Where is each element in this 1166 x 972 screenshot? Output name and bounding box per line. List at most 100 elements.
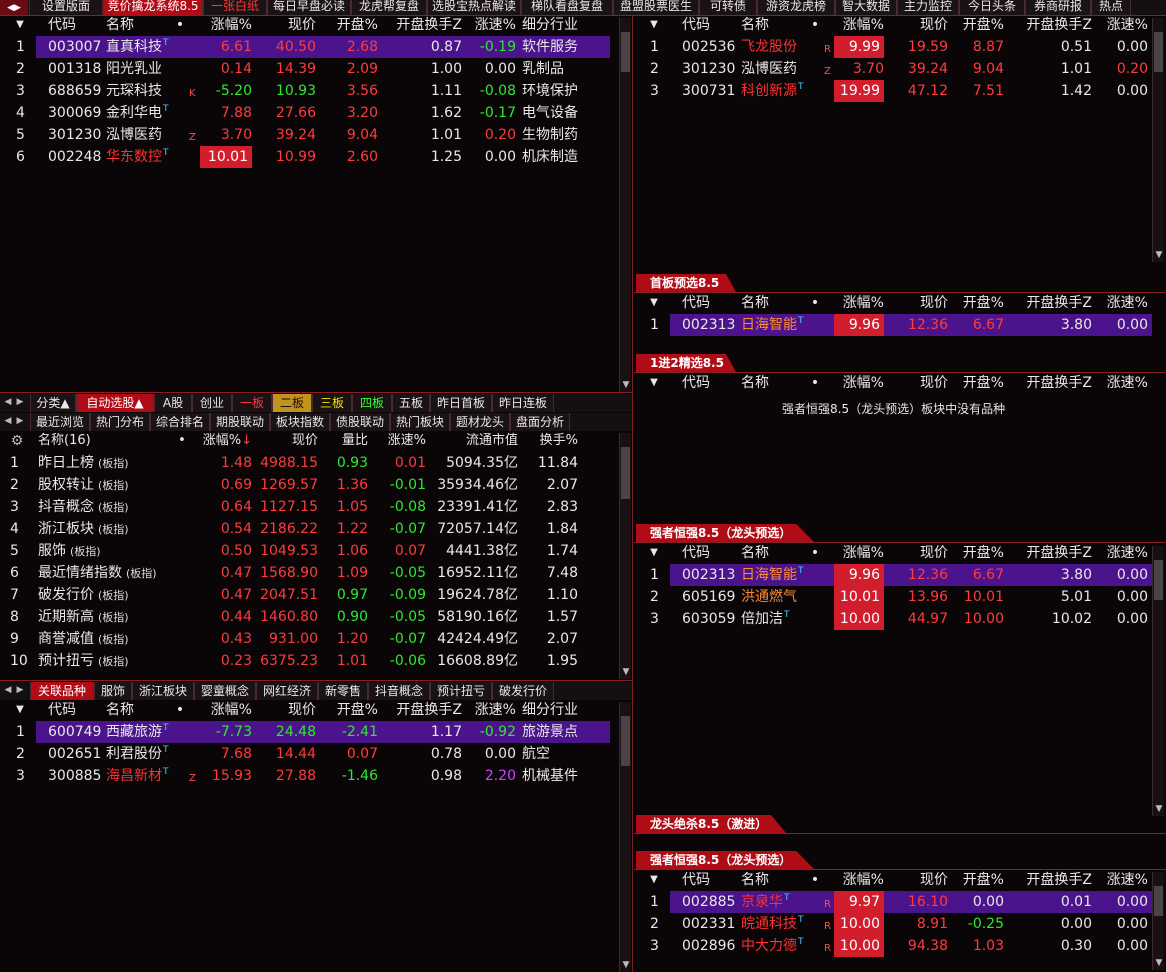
mid-tab-8[interactable]: 五板	[392, 394, 430, 412]
mid-tab-10[interactable]: 昨日连板	[492, 394, 554, 412]
r3-col-header-6[interactable]: 开盘换手Z	[1006, 372, 1092, 394]
r2-col-header-6[interactable]: 开盘换手Z	[1006, 292, 1092, 314]
p3-scrollbar[interactable]: ▼	[619, 702, 631, 972]
p2-scroll-thumb[interactable]	[621, 447, 630, 499]
r6-scrollbar[interactable]: ▼	[1152, 872, 1164, 970]
mid-tab2-5[interactable]: 债股联动	[330, 413, 390, 431]
r1-scrollbar[interactable]: ▼	[1152, 18, 1164, 262]
p2-row[interactable]: 7 破发行价 (板指) 0.47 2047.51 0.97 -0.09 19624.78亿 1.…	[0, 584, 610, 606]
r2-col-header-5[interactable]: 开盘%	[946, 292, 1004, 314]
p3-scroll-down-icon[interactable]: ▼	[620, 960, 632, 970]
p2-row[interactable]: 8 近期新高 (板指) 0.44 1460.80 0.90 -0.05 58190.16亿 1.…	[0, 606, 610, 628]
p1-scroll-thumb[interactable]	[621, 32, 630, 72]
r3-col-header-4[interactable]: 现价	[886, 372, 948, 394]
p1-row[interactable]: 6 002248 华东数控T 10.01 10.99 2.60 1.25 0.00 机床制造	[0, 146, 610, 168]
mid-tab2-8[interactable]: 盘面分析	[510, 413, 570, 431]
r4-col-header-5[interactable]: 开盘%	[946, 542, 1004, 564]
r4-menu-triangle-icon[interactable]: ▼	[648, 542, 660, 564]
r4-col-header-7[interactable]: 涨速%	[1094, 542, 1148, 564]
r6-col-header-0[interactable]: 代码	[682, 869, 737, 891]
r1-row[interactable]: 3 300731 科创新源T 19.99 47.12 7.51 1.42 0.00	[634, 80, 1152, 102]
r3-menu-triangle-icon[interactable]: ▼	[648, 372, 660, 394]
p1-row[interactable]: 3 688659 元琛科技 K -5.20 10.93 3.56 1.11 -0.08 环境保护	[0, 80, 610, 102]
r3-col-header-1[interactable]: 名称	[741, 372, 801, 394]
bottom-tab-5[interactable]: 新零售	[318, 682, 368, 700]
r3-col-header-3[interactable]: 涨幅%	[834, 372, 884, 394]
bottom-tab-2[interactable]: 浙江板块	[132, 682, 194, 700]
mid-tab-2[interactable]: A股	[154, 394, 192, 412]
right-arrow-icon[interactable]: ▶	[14, 397, 26, 407]
r1-col-header-2[interactable]: •	[810, 14, 820, 36]
r4-col-header-6[interactable]: 开盘换手Z	[1006, 542, 1092, 564]
mid-tab2-4[interactable]: 板块指数	[270, 413, 330, 431]
r3-col-header-5[interactable]: 开盘%	[946, 372, 1004, 394]
p2-row[interactable]: 9 商誉减值 (板指) 0.43 931.00 1.20 -0.07 42424.49亿 2.0…	[0, 628, 610, 650]
p2-scrollbar[interactable]: ▼	[619, 433, 631, 679]
r6-row[interactable]: 3 002896 中大力德T R 10.00 94.38 1.03 0.30 0.00	[634, 935, 1152, 957]
top-tab-6[interactable]: 梯队看盘复盘	[521, 0, 613, 15]
mid-tab2-1[interactable]: 热门分布	[90, 413, 150, 431]
r1-scroll-down-icon[interactable]: ▼	[1153, 250, 1165, 260]
r2-menu-triangle-icon[interactable]: ▼	[648, 292, 660, 314]
r3-col-header-2[interactable]: •	[810, 372, 820, 394]
p2-col-header-2[interactable]: 涨幅%↓	[198, 430, 252, 452]
r6-scroll-down-icon[interactable]: ▼	[1153, 958, 1165, 968]
r4-scrollbar[interactable]: ▼	[1152, 546, 1164, 816]
p3-col-header-0[interactable]: 代码	[48, 699, 103, 721]
p1-scroll-down-icon[interactable]: ▼	[620, 380, 632, 390]
p3-col-header-6[interactable]: 开盘换手Z	[380, 699, 462, 721]
mid-tab2-6[interactable]: 热门板块	[390, 413, 450, 431]
right-arrow-icon[interactable]: ▶	[14, 416, 26, 426]
p3-col-header-4[interactable]: 现价	[254, 699, 316, 721]
r6-col-header-2[interactable]: •	[810, 869, 820, 891]
r1-col-header-6[interactable]: 开盘换手Z	[1006, 14, 1092, 36]
bottom-tab-0[interactable]: 关联品种	[30, 682, 94, 700]
p2-row[interactable]: 3 抖音概念 (板指) 0.64 1127.15 1.05 -0.08 23391.41亿 2.…	[0, 496, 610, 518]
left-arrow-icon[interactable]: ◀	[2, 397, 14, 407]
p2-col-header-3[interactable]: 现价	[254, 430, 318, 452]
p1-menu-triangle-icon[interactable]: ▼	[14, 14, 26, 36]
p1-col-header-5[interactable]: 开盘%	[318, 14, 378, 36]
top-tab-2[interactable]: 一张白纸	[203, 0, 267, 15]
r1-menu-triangle-icon[interactable]: ▼	[648, 14, 660, 36]
p2-row[interactable]: 1 昨日上榜 (板指) 1.48 4988.15 0.93 0.01 5094.35亿 11.8…	[0, 452, 610, 474]
r1-col-header-5[interactable]: 开盘%	[946, 14, 1004, 36]
mid-tab2-0[interactable]: 最近浏览	[30, 413, 90, 431]
p1-col-header-1[interactable]: 名称	[106, 14, 176, 36]
p3-col-header-8[interactable]: 细分行业	[522, 699, 622, 721]
p1-row[interactable]: 4 300069 金利华电T 7.88 27.66 3.20 1.62 -0.17 电气设备	[0, 102, 610, 124]
top-tab-3[interactable]: 每日早盘必读	[267, 0, 351, 15]
top-tab-4[interactable]: 龙虎帮复盘	[351, 0, 427, 15]
left-arrow-icon[interactable]: ◀	[2, 685, 14, 695]
p1-col-header-8[interactable]: 细分行业	[522, 14, 622, 36]
p1-col-header-2[interactable]: •	[175, 14, 185, 36]
r6-col-header-4[interactable]: 现价	[886, 869, 948, 891]
p2-row[interactable]: 2 股权转让 (板指) 0.69 1269.57 1.36 -0.01 35934.46亿 2.…	[0, 474, 610, 496]
p2-row[interactable]: 6 最近情绪指数 (板指) 0.47 1568.90 1.09 -0.05 16952.11亿…	[0, 562, 610, 584]
p1-col-header-0[interactable]: 代码	[48, 14, 103, 36]
r3-col-header-7[interactable]: 涨速%	[1094, 372, 1148, 394]
r3-col-header-0[interactable]: 代码	[682, 372, 737, 394]
r4-scroll-thumb[interactable]	[1154, 560, 1163, 600]
mid-tab-6[interactable]: 三板	[312, 394, 352, 412]
r6-row[interactable]: 1 002885 京泉华T R 9.97 16.10 0.00 0.01 0.00	[634, 891, 1152, 913]
r2-col-header-0[interactable]: 代码	[682, 292, 737, 314]
bottom-tab-8[interactable]: 破发行价	[492, 682, 554, 700]
r4-scroll-down-icon[interactable]: ▼	[1153, 804, 1165, 814]
p2-row[interactable]: 5 服饰 (板指) 0.50 1049.53 1.06 0.07 4441.38亿 1.74	[0, 540, 610, 562]
p3-row[interactable]: 2 002651 利君股份T 7.68 14.44 0.07 0.78 0.00 航空	[0, 743, 610, 765]
r2-col-header-2[interactable]: •	[810, 292, 820, 314]
r1-scroll-thumb[interactable]	[1154, 32, 1163, 72]
p2-row[interactable]: 10 预计扭亏 (板指) 0.23 6375.23 1.01 -0.06 16608.89亿 1…	[0, 650, 610, 672]
r4-col-header-2[interactable]: •	[810, 542, 820, 564]
r2-col-header-3[interactable]: 涨幅%	[834, 292, 884, 314]
p1-col-header-6[interactable]: 开盘换手Z	[380, 14, 462, 36]
p3-row[interactable]: 1 600749 西藏旅游T -7.73 24.48 -2.41 1.17 -0.92 旅游景点	[0, 721, 610, 743]
p3-col-header-3[interactable]: 涨幅%	[200, 699, 252, 721]
p1-col-header-4[interactable]: 现价	[254, 14, 316, 36]
mid-tab-9[interactable]: 昨日首板	[430, 394, 492, 412]
r2-row[interactable]: 1 002313 日海智能T 9.96 12.36 6.67 3.80 0.00	[634, 314, 1152, 336]
r1-col-header-0[interactable]: 代码	[682, 14, 737, 36]
mid-tab2-2[interactable]: 综合排名	[150, 413, 210, 431]
p3-row[interactable]: 3 300885 海昌新材T Z 15.93 27.88 -1.46 0.98 2.20 机械基件	[0, 765, 610, 787]
